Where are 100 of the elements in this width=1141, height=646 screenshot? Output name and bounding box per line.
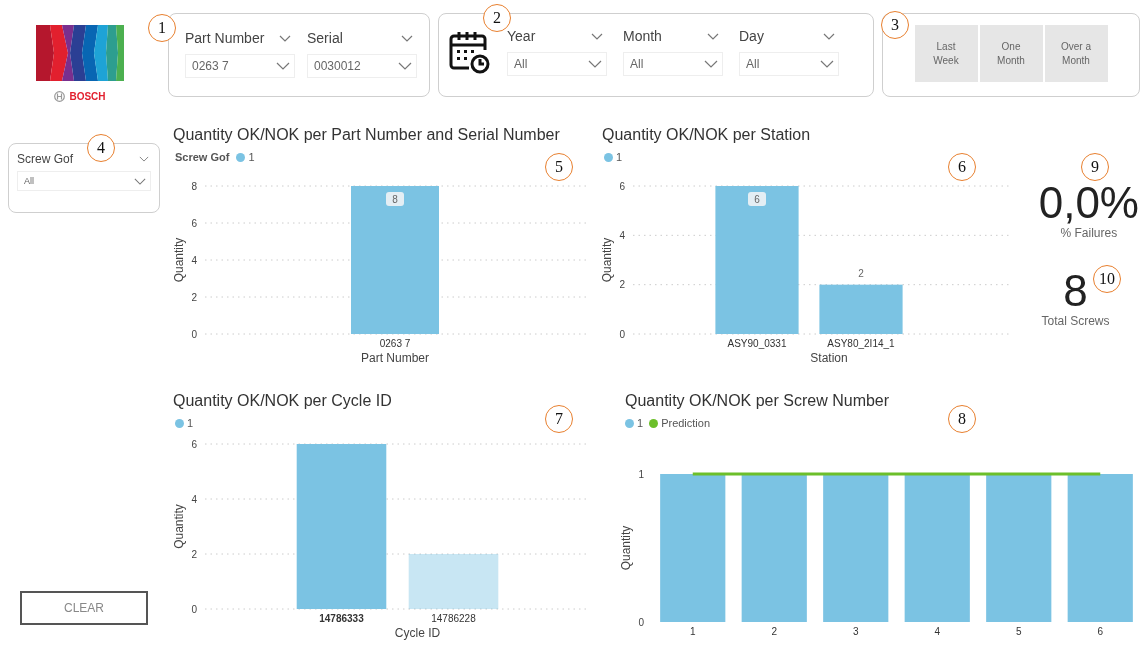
bar[interactable] — [823, 474, 889, 622]
bar[interactable] — [741, 474, 807, 622]
axis-tick-label: 6 — [191, 217, 197, 229]
axis-tick-label: 0 — [191, 328, 197, 340]
axis-tick-label: 4 — [934, 626, 941, 637]
period-button[interactable]: Over a Month — [1044, 25, 1108, 82]
axis-tick-label: 4 — [619, 229, 625, 241]
slicer-label: Screw Gof — [17, 152, 73, 166]
chevron-down-icon[interactable] — [591, 32, 603, 40]
slicer-label: Serial — [307, 30, 343, 46]
bar[interactable] — [715, 186, 799, 334]
slicer-label: Day — [739, 28, 764, 44]
chevron-down-icon[interactable] — [279, 34, 291, 42]
axis-title: Quantity — [619, 525, 633, 571]
axis-tick-label: 6 — [1097, 626, 1104, 637]
axis-tick-label: 2 — [619, 279, 625, 291]
axis-tick-label: 0 — [191, 603, 197, 615]
chevron-down-icon — [820, 60, 834, 68]
data-label: 2 — [858, 267, 864, 279]
bar[interactable] — [351, 186, 439, 334]
legend-label: 1 — [187, 417, 194, 429]
slicer-label: Month — [623, 28, 662, 44]
dropdown[interactable]: All — [739, 52, 839, 76]
period-button[interactable]: One Month — [979, 25, 1043, 82]
axis-tick-label: 5 — [1015, 626, 1022, 637]
callout-marker: 6 — [948, 153, 976, 181]
bar[interactable] — [408, 554, 499, 609]
bar[interactable] — [986, 474, 1052, 622]
data-label: 6 — [748, 192, 766, 206]
dropdown[interactable]: 0263 7 — [185, 54, 295, 78]
legend-label: 1 — [248, 151, 255, 163]
bar[interactable] — [1067, 474, 1133, 622]
period-button[interactable]: Last Week — [914, 25, 978, 82]
axis-tick-label: 0263 7 — [379, 338, 411, 349]
clear-button[interactable]: CLEAR — [20, 591, 148, 625]
axis-title: Quantity — [172, 504, 186, 549]
chart-title: Quantity OK/NOK per Cycle ID — [172, 391, 393, 410]
legend-title: Screw Gof — [175, 151, 230, 163]
callout-marker: 10 — [1093, 265, 1121, 293]
data-label: 8 — [392, 193, 399, 205]
chart-title: Quantity OK/NOK per Station — [601, 125, 812, 144]
bar[interactable] — [904, 474, 970, 622]
chart-title: Quantity OK/NOK per Screw Number — [624, 391, 891, 410]
callout-marker: 4 — [87, 134, 115, 162]
chevron-down-icon — [134, 177, 146, 185]
data-label: 6 — [754, 193, 761, 205]
axis-tick-label: 2 — [771, 626, 778, 637]
dropdown[interactable]: 0030012 — [307, 54, 417, 78]
axis-tick-label: 4 — [191, 254, 197, 266]
chevron-down-icon[interactable] — [401, 34, 413, 42]
bar[interactable] — [296, 444, 387, 609]
chevron-down-icon — [398, 62, 412, 70]
kpi-label: % Failures — [1060, 226, 1118, 240]
axis-tick-label: 1 — [638, 468, 644, 480]
dropdown[interactable]: All — [17, 171, 151, 191]
axis-tick-label: ASY80_2I14_1 — [827, 338, 895, 349]
axis-tick-label: 14786228 — [431, 613, 476, 624]
chart-title: Quantity OK/NOK per Part Number and Serial Number — [172, 125, 561, 144]
axis-tick-label: 2 — [191, 548, 197, 560]
bar[interactable] — [660, 474, 726, 622]
logo-emblem-icon — [54, 91, 66, 102]
axis-tick-label: ASY90_0331 — [727, 338, 787, 349]
chevron-down-icon — [276, 62, 290, 70]
axis-title: Cycle ID — [394, 626, 441, 640]
axis-title: Station — [810, 351, 848, 365]
kpi-value: 8 — [1063, 268, 1088, 314]
axis-title: Part Number — [361, 351, 429, 365]
kpi-label: Total Screws — [1041, 314, 1110, 328]
dropdown[interactable]: All — [623, 52, 723, 76]
calendar-clock-icon — [447, 30, 491, 74]
callout-marker: 1 — [148, 14, 176, 42]
chevron-down-icon[interactable] — [707, 32, 719, 40]
axis-tick-label: 0 — [638, 616, 644, 628]
legend-label: Prediction — [661, 417, 711, 429]
chevron-down-icon[interactable] — [139, 156, 149, 162]
axis-tick-label: 6 — [619, 180, 625, 192]
axis-tick-label: 6 — [191, 438, 197, 450]
axis-title: Quantity — [172, 237, 186, 283]
slicer-label: Part Number — [185, 30, 265, 46]
chevron-down-icon[interactable] — [823, 32, 835, 40]
axis-tick-label: 0 — [619, 328, 625, 340]
callout-marker: 2 — [483, 4, 511, 32]
callout-marker: 9 — [1081, 153, 1109, 181]
callout-marker: 7 — [545, 405, 573, 433]
axis-title: Quantity — [600, 237, 614, 283]
bar[interactable] — [819, 284, 903, 334]
axis-tick-label: 1 — [689, 626, 696, 637]
axis-tick-label: 4 — [191, 493, 197, 505]
brand-name: BOSCH — [69, 91, 106, 102]
callout-marker: 3 — [881, 11, 909, 39]
legend-label: 1 — [616, 151, 623, 163]
callout-marker: 5 — [545, 153, 573, 181]
data-label: 8 — [386, 192, 404, 206]
callout-marker: 8 — [948, 405, 976, 433]
dropdown[interactable]: All — [507, 52, 607, 76]
axis-tick-label: 8 — [191, 180, 197, 192]
axis-tick-label: 3 — [852, 626, 859, 637]
kpi-value: 0,0% — [1038, 180, 1139, 226]
chevron-down-icon — [704, 60, 718, 68]
axis-tick-label: 14786333 — [319, 613, 364, 624]
